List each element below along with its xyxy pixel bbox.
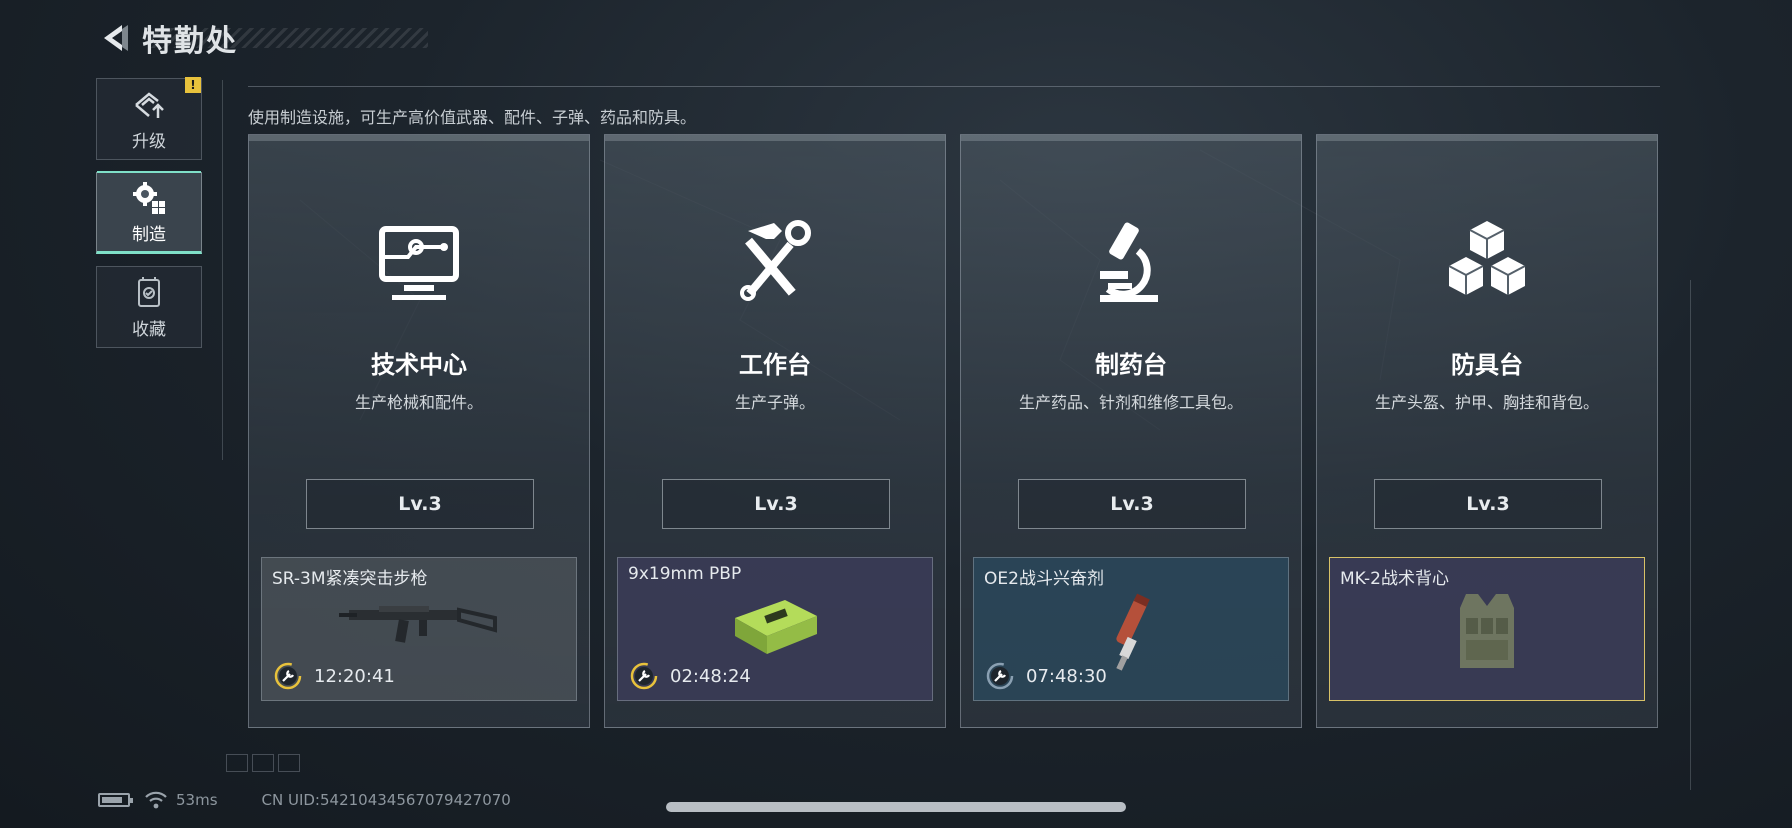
- level-button[interactable]: Lv.3: [662, 479, 890, 529]
- wifi-icon: [145, 791, 167, 809]
- sidebar: ! 升级 制造 收藏: [96, 77, 202, 360]
- timer-wrench-icon: [274, 662, 302, 690]
- home-indicator[interactable]: [666, 802, 1126, 812]
- production-item-name: SR-3M紧凑突击步枪: [272, 569, 428, 589]
- facility-description: 生产头盔、护甲、胸挂和背包。: [1374, 393, 1599, 412]
- level-button[interactable]: Lv.3: [1374, 479, 1602, 529]
- status-bar: 53ms CN UID:54210434567079427070: [98, 790, 511, 810]
- collection-icon: [131, 275, 167, 311]
- ammo-box-image: [735, 600, 817, 654]
- timer-text: 07:48:30: [1026, 665, 1107, 687]
- battery-icon: [98, 793, 133, 807]
- sidebar-item-upgrade[interactable]: ! 升级: [96, 77, 202, 160]
- ping-text: 53ms: [176, 791, 218, 809]
- sidebar-item-label: 升级: [132, 131, 166, 152]
- page-title: 特勤处: [142, 24, 238, 59]
- header: 特勤处: [96, 18, 238, 59]
- bottom-decoration: [226, 754, 300, 772]
- back-arrow-icon: [104, 25, 128, 51]
- computer-icon: [379, 226, 459, 300]
- timer-text: 12:20:41: [314, 665, 395, 687]
- upgrade-icon: [131, 87, 167, 123]
- facility-cards: 技术中心 生产枪械和配件。 Lv.3 SR-3M紧凑突击步枪 12:20:41: [248, 134, 1658, 728]
- facility-description: 生产枪械和配件。: [354, 393, 483, 412]
- timer-wrench-icon: [630, 662, 658, 690]
- frame-line: [222, 80, 223, 460]
- timer-text: 02:48:24: [670, 665, 751, 687]
- vest-image: [1460, 594, 1514, 668]
- facility-title: 制药台: [1095, 351, 1167, 379]
- production-slot[interactable]: SR-3M紧凑突击步枪 12:20:41: [261, 557, 577, 701]
- facility-description: 生产子弹。: [734, 393, 815, 412]
- production-item-name: 9x19mm PBP: [628, 564, 742, 584]
- production-slot[interactable]: OE2战斗兴奋剂 07:48:30: [973, 557, 1289, 701]
- production-item-name: MK-2战术背心: [1340, 569, 1449, 589]
- frame-line: [1690, 280, 1691, 790]
- microscope-icon: [1100, 222, 1158, 302]
- production-item-name: OE2战斗兴奋剂: [984, 569, 1104, 589]
- facility-title: 技术中心: [371, 351, 467, 379]
- level-button[interactable]: Lv.3: [1018, 479, 1246, 529]
- injector-image: [1116, 593, 1150, 671]
- gears-icon: [131, 180, 167, 216]
- production-timer: 12:20:41: [274, 662, 395, 690]
- facility-title: 工作台: [739, 351, 811, 379]
- page-description: 使用制造设施，可生产高价值武器、配件、子弹、药品和防具。: [248, 108, 697, 127]
- hammer-wrench-icon: [740, 220, 811, 301]
- level-button[interactable]: Lv.3: [306, 479, 534, 529]
- uid-text: CN UID:54210434567079427070: [261, 791, 511, 809]
- sidebar-item-label: 制造: [132, 224, 166, 245]
- production-slot[interactable]: 9x19mm PBP 02:48:24: [617, 557, 933, 701]
- back-button[interactable]: [96, 19, 134, 57]
- facility-card-pharmacy[interactable]: 制药台 生产药品、针剂和维修工具包。 Lv.3 OE2战斗兴奋剂 07:48:3…: [960, 134, 1302, 728]
- frame-line: [248, 86, 1660, 87]
- sidebar-item-label: 收藏: [132, 319, 166, 340]
- timer-wrench-icon: [986, 662, 1014, 690]
- alert-badge: !: [185, 77, 201, 93]
- production-slot[interactable]: MK-2战术背心: [1329, 557, 1645, 701]
- rifle-image: [339, 606, 497, 643]
- facility-description: 生产药品、针剂和维修工具包。: [1018, 393, 1243, 412]
- cubes-icon: [1448, 221, 1526, 295]
- facility-title: 防具台: [1451, 351, 1523, 379]
- facility-card-workbench[interactable]: 工作台 生产子弹。 Lv.3 9x19mm PBP 02:48:24: [604, 134, 946, 728]
- sidebar-item-craft[interactable]: 制造: [96, 171, 202, 254]
- production-timer: 07:48:30: [986, 662, 1107, 690]
- production-timer: 02:48:24: [630, 662, 751, 690]
- sidebar-item-collection[interactable]: 收藏: [96, 266, 202, 348]
- facility-card-armor-bench[interactable]: 防具台 生产头盔、护甲、胸挂和背包。 Lv.3 MK-2战术背心: [1316, 134, 1658, 728]
- facility-card-tech-center[interactable]: 技术中心 生产枪械和配件。 Lv.3 SR-3M紧凑突击步枪 12:20:41: [248, 134, 590, 728]
